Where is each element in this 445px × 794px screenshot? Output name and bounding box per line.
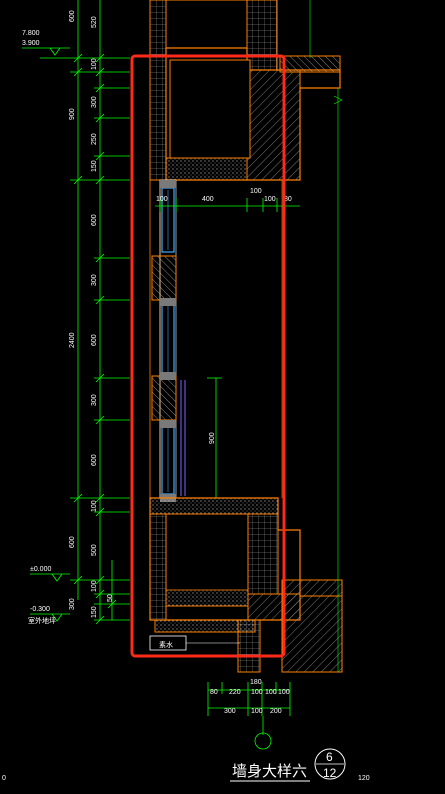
right-boundary <box>309 0 343 672</box>
bottom-dim-220: 220 <box>229 689 241 696</box>
dim-small-300: 300 <box>69 598 76 610</box>
dim-outer-900: 900 <box>69 108 76 120</box>
detail-number: 6 <box>326 750 333 764</box>
bottom-dim-100c: 100 <box>278 689 290 696</box>
elevation-minus-0300: -0.300 <box>30 606 50 613</box>
window-dimensions <box>155 198 300 499</box>
sheet-number: 12 <box>323 766 337 780</box>
bottom-right-mark: 120 <box>358 775 370 782</box>
elevation-7800: 7.800 <box>22 30 40 37</box>
dim-inner-600c: 600 <box>91 454 98 466</box>
bottom-dim-100b: 100 <box>265 689 277 696</box>
dim-inner-150b: 150 <box>91 606 98 618</box>
drawing-title: 墙身大样六 <box>232 762 307 780</box>
left-dimension-chain <box>70 0 130 625</box>
bottom-dim-180: 180 <box>250 679 262 686</box>
dim-inner-100a: 100 <box>91 58 98 70</box>
bottom-dim-300: 300 <box>224 708 236 715</box>
upper-wall <box>149 0 341 181</box>
dim-inner-600: 600 <box>69 10 76 22</box>
elevation-ground: ±0.000 <box>30 566 70 582</box>
dim-inner-500: 500 <box>91 544 98 556</box>
bottom-dim-100a: 100 <box>251 689 263 696</box>
window-dim-100a: 100 <box>156 196 168 203</box>
dim-inner-300b: 300 <box>91 274 98 286</box>
bottom-dim-80: 80 <box>210 689 218 696</box>
window-dim-100b: 100 <box>250 188 262 195</box>
axis-bubble <box>254 732 272 750</box>
wall-section-drawing: 900 2400 600 600 520 100 300 250 150 600… <box>2 0 370 782</box>
dim-inner-100c: 100 <box>91 580 98 592</box>
elevation-0000: ±0.000 <box>30 566 51 573</box>
outdoor-ground-label: 室外地坪 <box>28 616 56 625</box>
dim-outer-2400: 2400 <box>69 332 76 348</box>
window-dim-400: 400 <box>202 196 214 203</box>
dim-inner-520: 520 <box>91 16 98 28</box>
dim-inner-300a: 300 <box>91 96 98 108</box>
bottom-left-mark: 0 <box>2 775 6 782</box>
railing-dim-900: 900 <box>209 432 216 444</box>
dim-inner-150a: 150 <box>91 160 98 172</box>
floor-note: 素水 <box>159 640 173 649</box>
dim-inner-600b: 600 <box>91 334 98 346</box>
bottom-dim-100d: 100 <box>251 708 263 715</box>
bottom-dim-200: 200 <box>270 708 282 715</box>
left-dimension-labels: 900 2400 600 600 520 100 300 250 150 600… <box>69 10 114 618</box>
dim-inner-100b: 100 <box>91 500 98 512</box>
dim-inner-250: 250 <box>91 133 98 145</box>
dim-inner-300c: 300 <box>91 394 98 406</box>
elevation-outdoor: -0.300 室外地坪 <box>28 606 70 625</box>
elevation-top: 7.800 3.900 <box>22 30 70 59</box>
dim-outer-600: 600 <box>69 536 76 548</box>
dim-inner-50: 50 <box>107 594 114 602</box>
window-dim-100c: 100 <box>264 196 276 203</box>
title-block: 墙身大样六 6 12 120 0 <box>2 748 370 782</box>
dim-inner-600a: 600 <box>91 214 98 226</box>
elevation-3900: 3.900 <box>22 40 40 47</box>
lower-wall: 素水 <box>149 497 343 673</box>
